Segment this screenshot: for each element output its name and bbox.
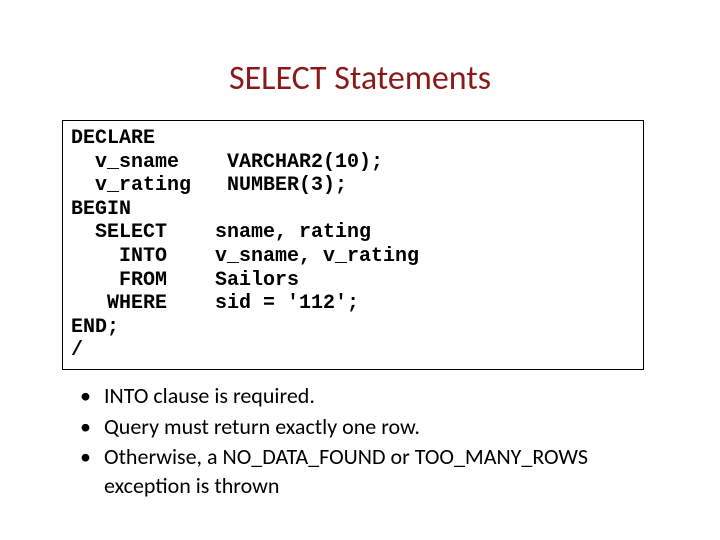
bullet-text: Query must return exactly one row. bbox=[104, 413, 660, 442]
bullet-text: Otherwise, a NO_DATA_FOUND or TOO_MANY_R… bbox=[104, 443, 660, 500]
bullet-text: INTO clause is required. bbox=[104, 382, 660, 411]
list-item: • Otherwise, a NO_DATA_FOUND or TOO_MANY… bbox=[78, 443, 660, 500]
list-item: • Query must return exactly one row. bbox=[78, 413, 660, 442]
slide: SELECT Statements DECLARE v_sname VARCHA… bbox=[0, 0, 720, 540]
code-block: DECLARE v_sname VARCHAR2(10); v_rating N… bbox=[71, 127, 635, 363]
bullet-icon: • bbox=[78, 382, 104, 411]
bullet-icon: • bbox=[78, 443, 104, 472]
bullet-icon: • bbox=[78, 413, 104, 442]
page-title: SELECT Statements bbox=[0, 58, 720, 99]
list-item: • INTO clause is required. bbox=[78, 382, 660, 411]
bullet-list: • INTO clause is required. • Query must … bbox=[78, 382, 660, 502]
code-box: DECLARE v_sname VARCHAR2(10); v_rating N… bbox=[62, 120, 644, 370]
